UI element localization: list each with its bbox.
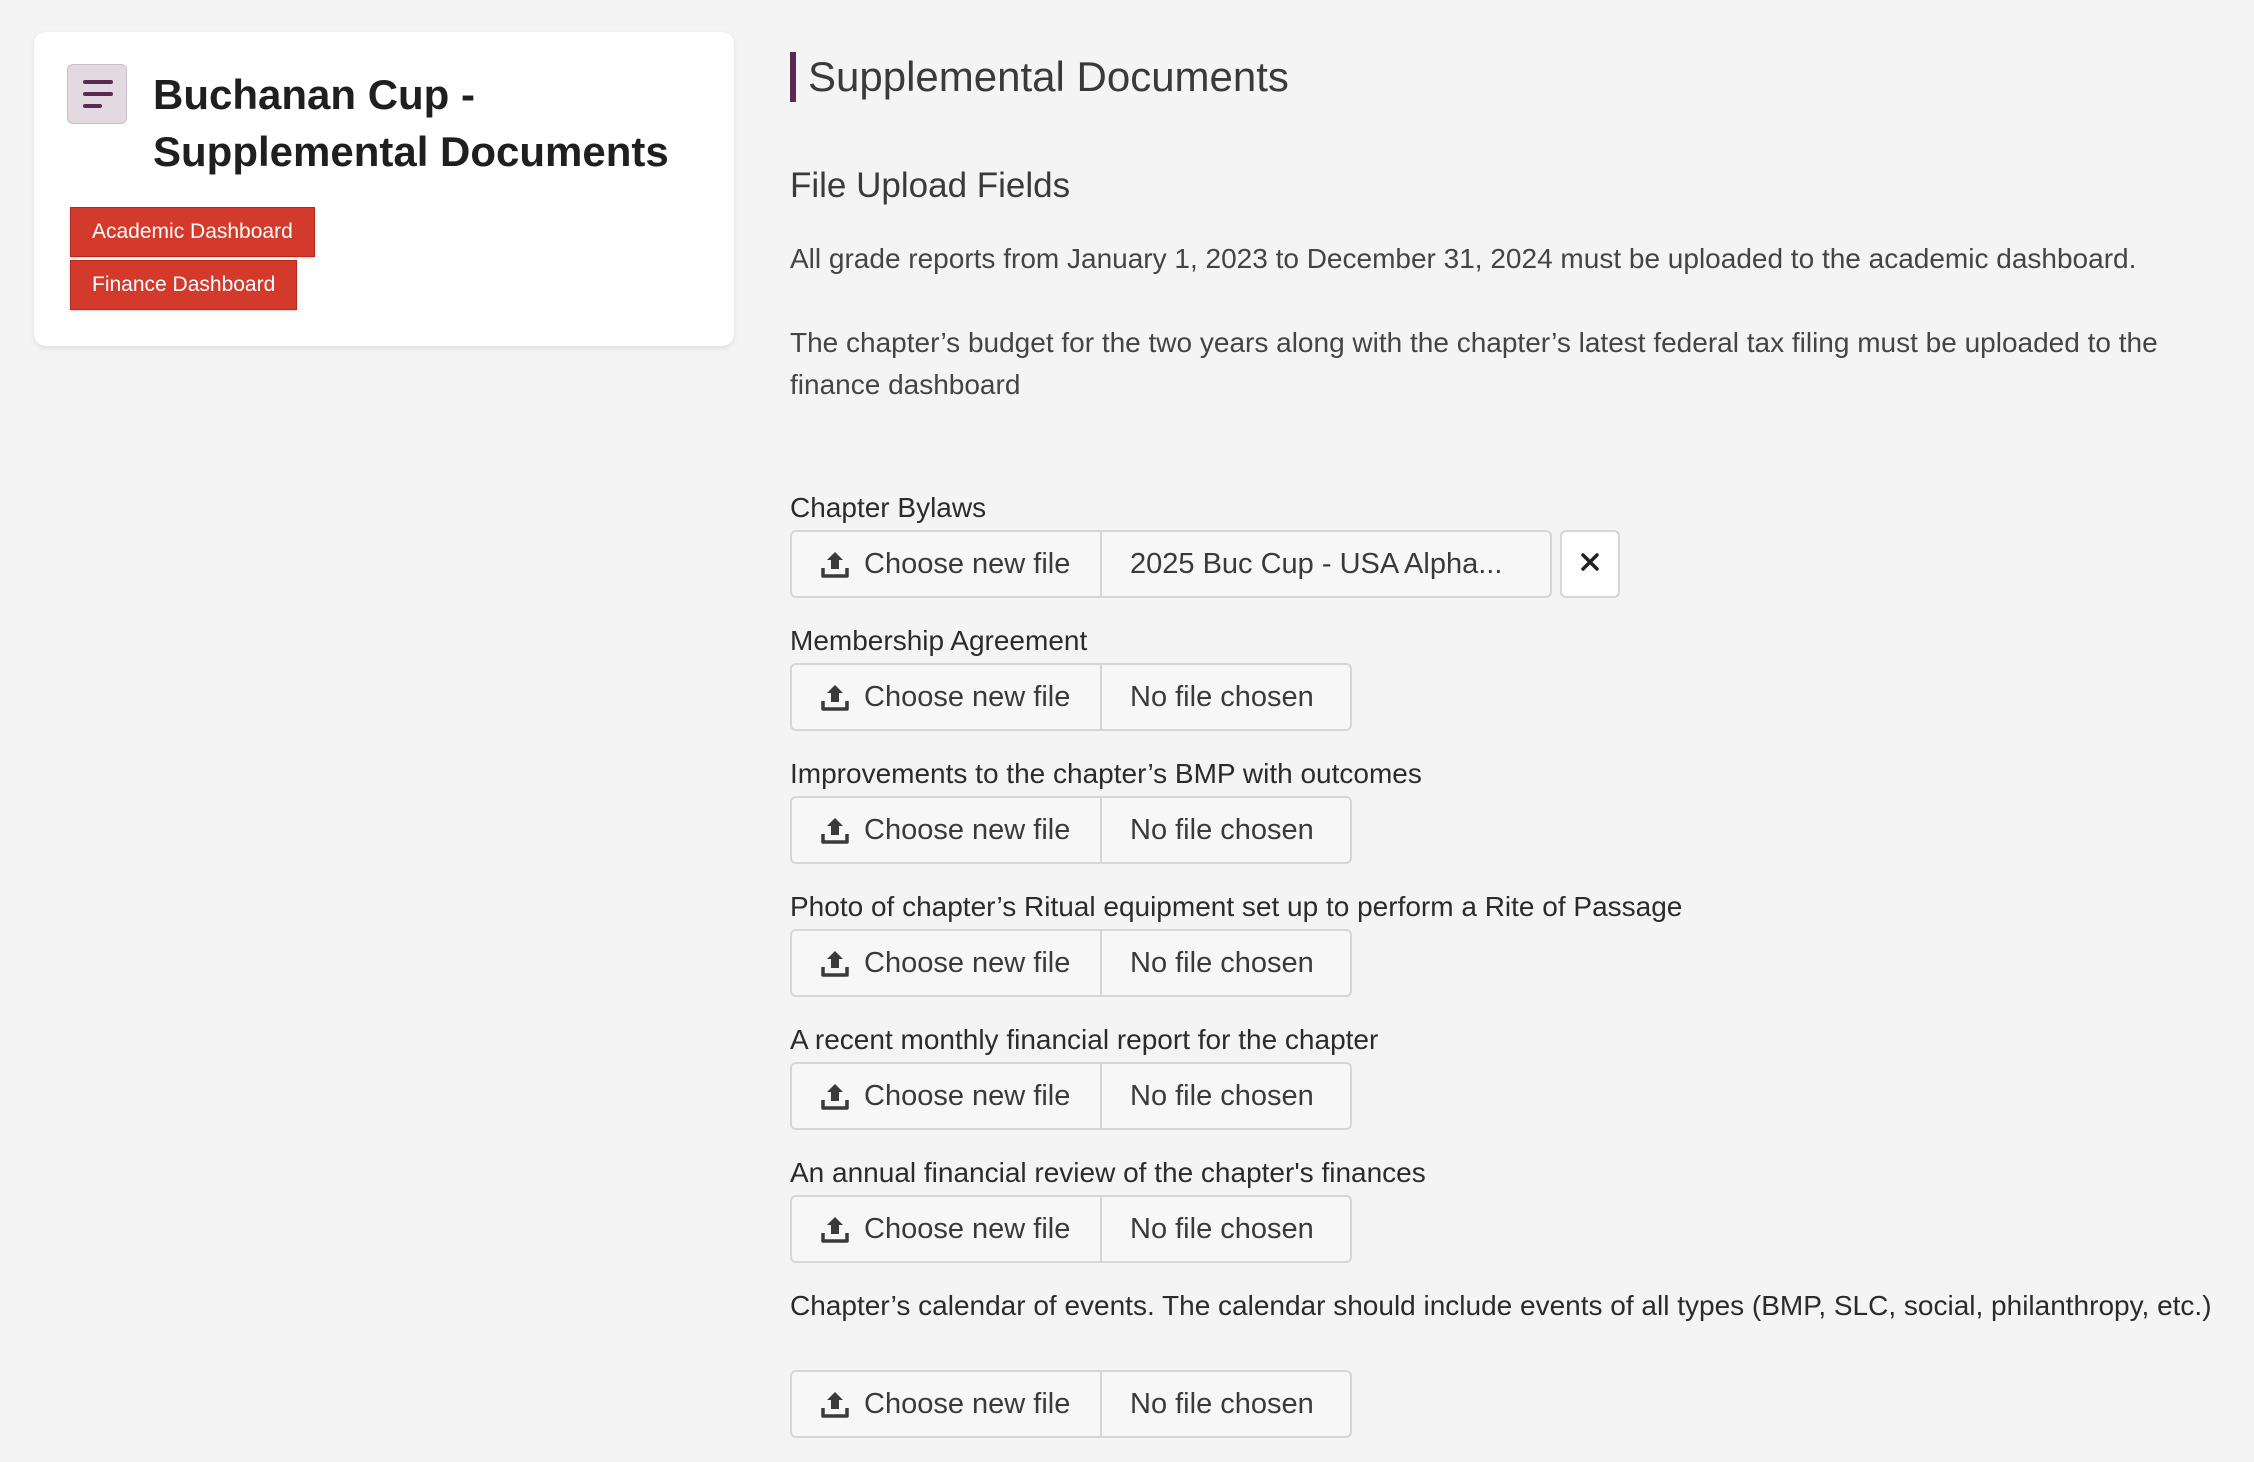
file-name-display: 2025 Buc Cup - USA Alpha... — [1102, 530, 1552, 598]
page-title: Buchanan Cup - Supplemental Documents — [153, 71, 669, 175]
upload-icon — [820, 1214, 850, 1244]
calendar-of-events-label: Chapter’s calendar of events. The calend… — [790, 1290, 2212, 1321]
annual-financial-review-label: An annual financial review of the chapte… — [790, 1157, 1426, 1188]
file-name-display: No file chosen — [1102, 663, 1352, 731]
menu-icon[interactable] — [67, 64, 127, 124]
menu-line — [83, 104, 102, 108]
finance-dashboard-button[interactable]: Finance Dashboard — [70, 260, 298, 310]
monthly-financial-report-upload: Choose new file No file chosen — [790, 1062, 1352, 1130]
file-name-display: No file chosen — [1102, 929, 1352, 997]
clear-file-button[interactable] — [1560, 530, 1620, 598]
sidebar-card: Buchanan Cup - Supplemental Documents Ac… — [34, 32, 734, 346]
calendar-of-events-upload: Choose new file No file chosen — [790, 1370, 1352, 1438]
ritual-photo-upload: Choose new file No file chosen — [790, 929, 1352, 997]
choose-file-button[interactable]: Choose new file — [790, 663, 1102, 731]
choose-file-button[interactable]: Choose new file — [790, 796, 1102, 864]
bmp-improvements-upload: Choose new file No file chosen — [790, 796, 1352, 864]
choose-file-label: Choose new file — [864, 1079, 1071, 1112]
upload-icon — [820, 1389, 850, 1419]
choose-file-label: Choose new file — [864, 1387, 1071, 1420]
membership-agreement-label: Membership Agreement — [790, 625, 1088, 656]
choose-file-label: Choose new file — [864, 680, 1071, 713]
chapter-bylaws-label: Chapter Bylaws — [790, 492, 987, 523]
monthly-financial-report-label: A recent monthly financial report for th… — [790, 1024, 1379, 1055]
file-name-display: No file chosen — [1102, 1370, 1352, 1438]
upload-icon — [820, 948, 850, 978]
choose-file-button[interactable]: Choose new file — [790, 1195, 1102, 1263]
instructions-finance: The chapter’s budget for the two years a… — [790, 327, 2158, 400]
annual-financial-review-upload: Choose new file No file chosen — [790, 1195, 1352, 1263]
file-name-display: No file chosen — [1102, 1062, 1352, 1130]
section-heading: Supplemental Documents — [790, 52, 1289, 102]
menu-line — [83, 92, 113, 96]
ritual-photo-label: Photo of chapter’s Ritual equipment set … — [790, 891, 1683, 922]
file-name-display: No file chosen — [1102, 1195, 1352, 1263]
choose-file-button[interactable]: Choose new file — [790, 1370, 1102, 1438]
choose-file-button[interactable]: Choose new file — [790, 530, 1102, 598]
choose-file-label: Choose new file — [864, 547, 1071, 580]
close-icon — [1579, 551, 1601, 578]
academic-dashboard-button[interactable]: Academic Dashboard — [70, 207, 315, 257]
choose-file-button[interactable]: Choose new file — [790, 1062, 1102, 1130]
choose-file-label: Choose new file — [864, 946, 1071, 979]
chapter-bylaws-upload: Choose new file 2025 Buc Cup - USA Alpha.… — [790, 530, 1620, 598]
bmp-improvements-label: Improvements to the chapter’s BMP with o… — [790, 758, 1422, 789]
upload-icon — [820, 1081, 850, 1111]
instructions-academic: All grade reports from January 1, 2023 t… — [790, 243, 2137, 274]
choose-file-label: Choose new file — [864, 1212, 1071, 1245]
choose-file-button[interactable]: Choose new file — [790, 929, 1102, 997]
upload-icon — [820, 549, 850, 579]
section-subheading: File Upload Fields — [790, 166, 1071, 205]
file-name-display: No file chosen — [1102, 796, 1352, 864]
upload-icon — [820, 815, 850, 845]
upload-icon — [820, 682, 850, 712]
menu-line — [83, 80, 113, 84]
membership-agreement-upload: Choose new file No file chosen — [790, 663, 1352, 731]
choose-file-label: Choose new file — [864, 813, 1071, 846]
